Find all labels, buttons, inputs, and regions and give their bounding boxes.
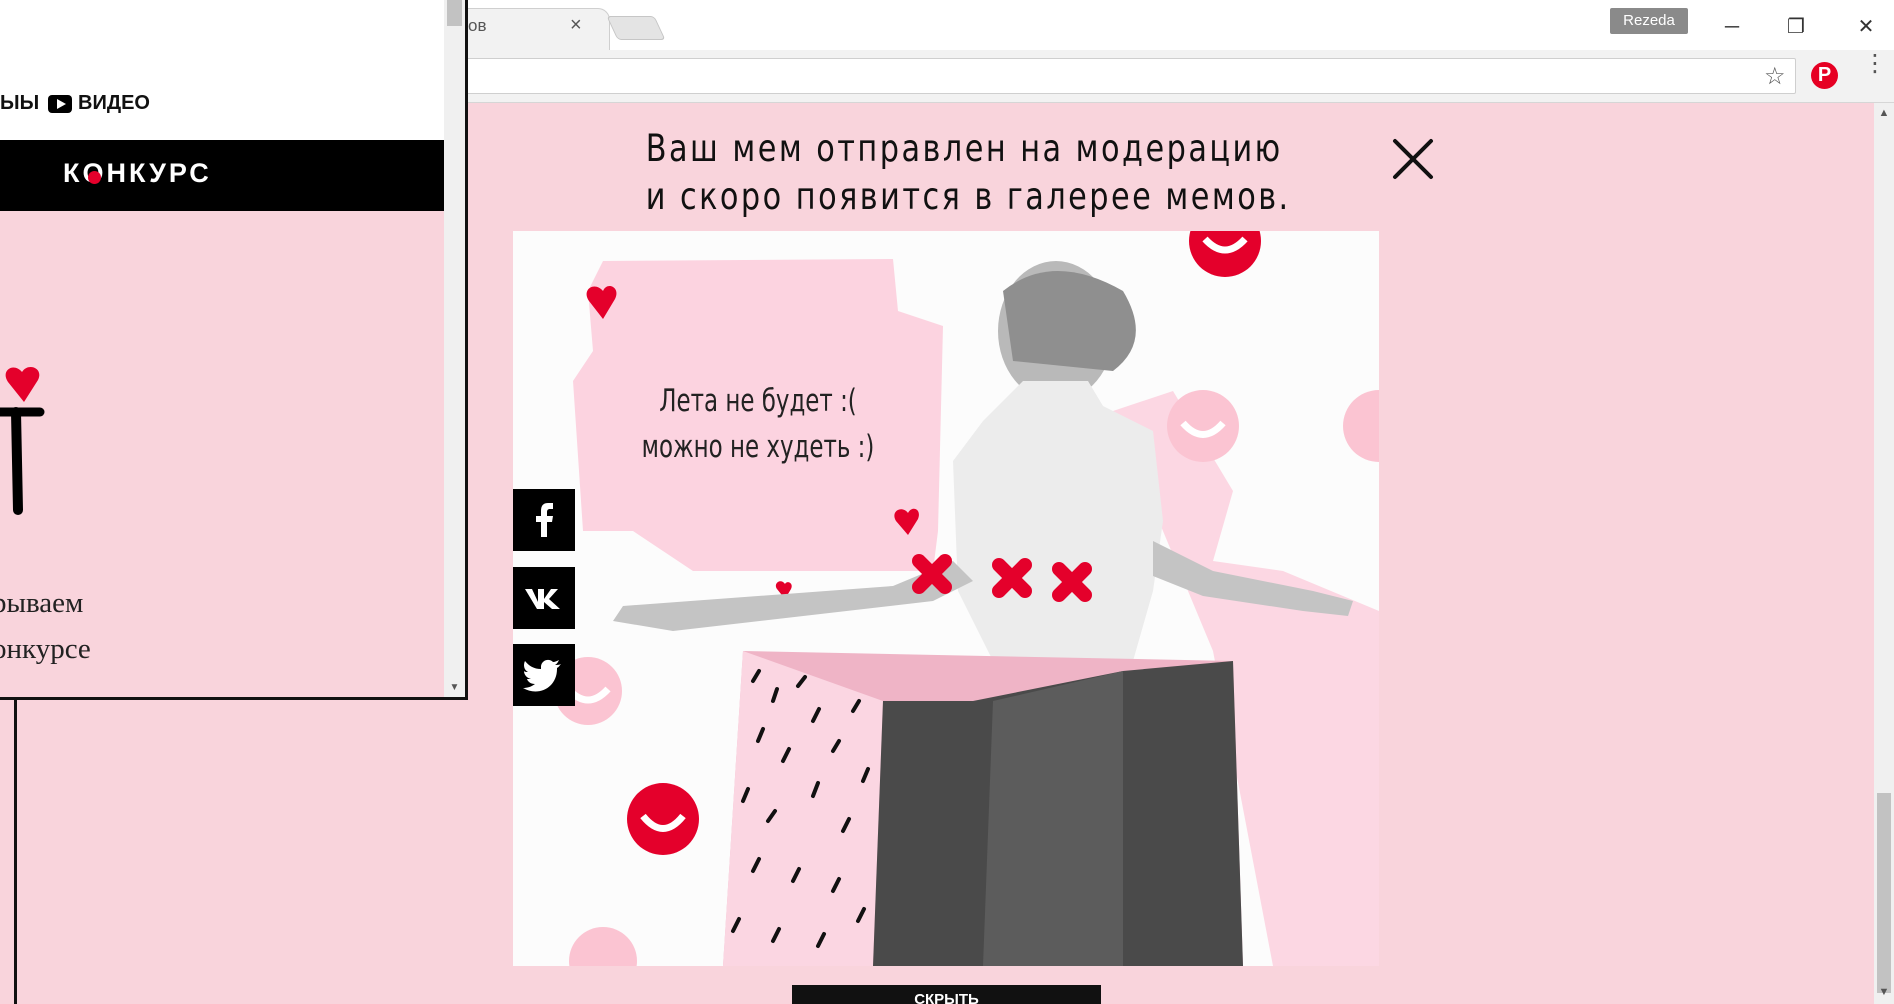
banner-dot-icon	[88, 171, 101, 184]
share-vk-button[interactable]	[513, 567, 575, 629]
modal-title: Ваш мем отправлен на модерацию и скоро п…	[645, 125, 1291, 221]
hide-button[interactable]: СКРЫТЬ	[792, 985, 1101, 1004]
popup-paragraph-line1: рываем	[0, 587, 84, 619]
nav-video-label: ВИДЕО	[78, 92, 150, 114]
browser-menu-icon[interactable]: ⋮	[1863, 52, 1887, 76]
restore-icon[interactable]: ❐	[1776, 12, 1816, 42]
modal-title-line2: и скоро появится в галерее мемов.	[645, 175, 1291, 218]
window-close-icon[interactable]: ✕	[1846, 12, 1886, 42]
meme-caption-line1: Лета не будет :(	[659, 383, 857, 419]
heart-letter-icon	[0, 366, 45, 515]
meme-caption: Лета не будет :( можно не худеть :)	[636, 378, 880, 470]
vk-icon	[525, 589, 560, 609]
meme-caption-line2: можно не худеть :)	[641, 429, 875, 465]
popup-scrollbar[interactable]: ▼	[444, 0, 465, 697]
scroll-down-icon[interactable]: ▼	[1874, 986, 1894, 1004]
pinterest-icon[interactable]: P	[1811, 62, 1838, 89]
popup-scroll-down-icon[interactable]: ▼	[444, 682, 465, 693]
profile-badge[interactable]: Rezeda	[1610, 8, 1688, 34]
popup-header	[0, 0, 444, 140]
nav-item-video[interactable]: ВИДЕО	[48, 92, 150, 115]
scroll-thumb[interactable]	[1877, 793, 1891, 993]
tab-close-icon[interactable]: ×	[570, 14, 582, 37]
meme-illustration	[554, 231, 1379, 966]
popup-paragraph: рываем онкурсе	[0, 580, 91, 672]
modal-close-icon[interactable]	[1389, 135, 1437, 183]
share-twitter-button[interactable]	[513, 644, 575, 706]
address-bar[interactable]	[440, 58, 1796, 94]
page-left-border	[14, 698, 17, 1004]
twitter-icon	[523, 659, 561, 692]
page-scrollbar[interactable]: ▲ ▼	[1874, 103, 1894, 1004]
facebook-icon	[536, 503, 553, 537]
nav-item-prev[interactable]: ЫЫ	[0, 92, 39, 115]
contest-banner[interactable]: КОНКУРС	[0, 140, 444, 211]
youtube-icon	[48, 94, 72, 113]
bookmark-star-icon[interactable]: ☆	[1764, 62, 1786, 91]
popup-paragraph-line2: онкурсе	[0, 633, 91, 665]
new-tab-button[interactable]	[606, 16, 666, 40]
popup-scroll-thumb[interactable]	[447, 0, 462, 26]
modal-title-line1: Ваш мем отправлен на модерацию	[645, 127, 1283, 170]
contest-banner-label: КОНКУРС	[63, 158, 212, 188]
share-facebook-button[interactable]	[513, 489, 575, 551]
minimize-icon[interactable]: ─	[1712, 12, 1752, 42]
overlapping-window: ЫЫ ВИДЕО КОНКУРС рываем онкурсе ▼	[0, 0, 468, 700]
tab-title: ов	[468, 16, 487, 35]
meme-image: Лета не будет :( можно не худеть :)	[513, 231, 1379, 966]
scroll-up-icon[interactable]: ▲	[1874, 107, 1894, 125]
